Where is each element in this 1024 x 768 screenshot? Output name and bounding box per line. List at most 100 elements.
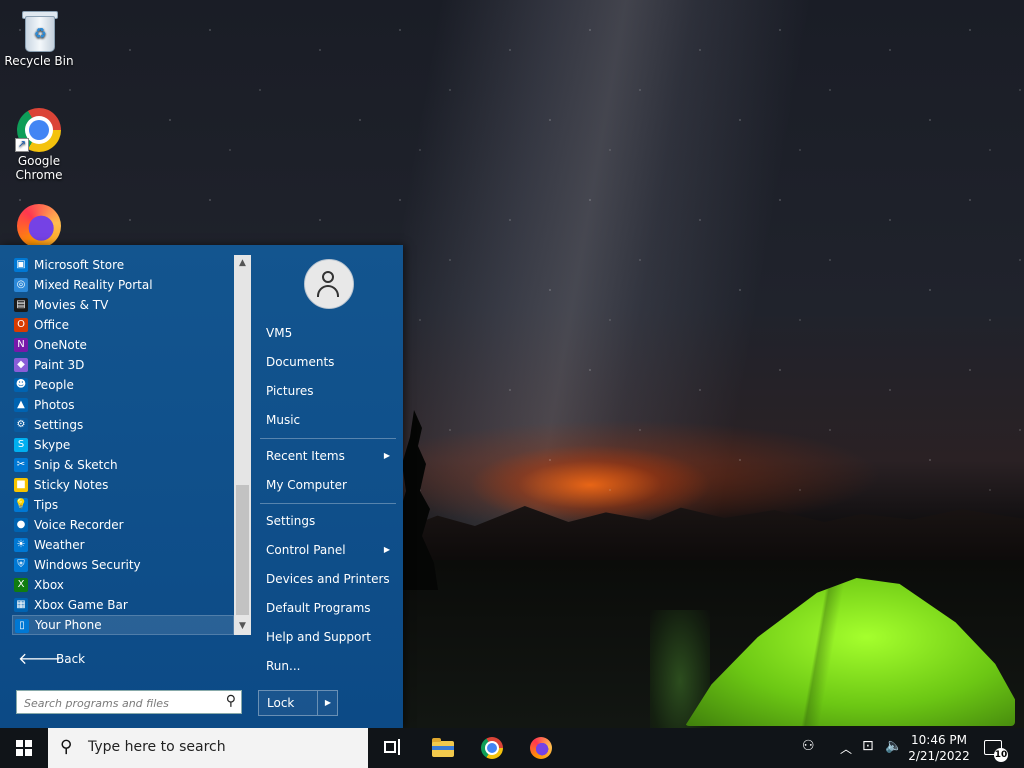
recycle-bin-icon: ♻ xyxy=(21,8,58,52)
search-icon[interactable]: ⚲ xyxy=(226,693,236,709)
devices-printers-link[interactable]: Devices and Printers xyxy=(266,568,396,590)
movies-icon: ▤ xyxy=(14,298,28,312)
network-icon[interactable]: ⊡ xyxy=(862,738,874,754)
divider xyxy=(260,503,396,504)
music-link[interactable]: Music xyxy=(266,409,396,431)
taskbar-search-text: Type here to search xyxy=(88,739,226,755)
tips-icon: 💡 xyxy=(14,498,28,512)
taskbar-search-box[interactable]: ⚲ Type here to search xyxy=(48,728,368,768)
program-item[interactable]: ▯ Your Phone xyxy=(12,615,234,635)
desktop-icon-recycle-bin[interactable]: ♻ Recycle Bin xyxy=(1,8,77,68)
program-item[interactable]: ☀ Weather xyxy=(12,535,234,555)
settings-label: Settings xyxy=(266,514,316,528)
program-label: Xbox Game Bar xyxy=(34,598,128,612)
clock[interactable]: 10:46 PM 2/21/2022 xyxy=(904,732,974,764)
program-item[interactable]: ◎ Mixed Reality Portal xyxy=(12,275,234,295)
user-name: VM5 xyxy=(266,326,293,340)
start-menu-left-pane: ▣ Microsoft Store ◎ Mixed Reality Portal ▤ Mo… xyxy=(0,245,254,728)
scroll-down-arrow-icon[interactable]: ▼ xyxy=(234,618,251,635)
user-avatar[interactable] xyxy=(304,259,354,309)
documents-label: Documents xyxy=(266,355,335,369)
recent-items-link[interactable]: Recent Items ▶ xyxy=(266,445,396,467)
chrome-icon xyxy=(481,737,503,759)
control-panel-label: Control Panel xyxy=(266,543,346,557)
music-label: Music xyxy=(266,413,301,427)
program-label: People xyxy=(34,378,74,392)
desktop-icon-google-chrome[interactable]: ↗ Google Chrome xyxy=(1,108,77,182)
program-item[interactable]: ◆ Paint 3D xyxy=(12,355,234,375)
program-label: Office xyxy=(34,318,70,332)
scroll-up-arrow-icon[interactable]: ▲ xyxy=(234,255,251,272)
program-item[interactable]: ● Voice Recorder xyxy=(12,515,234,535)
settings-gear-icon: ⚙ xyxy=(14,418,28,432)
people-icon: ☻ xyxy=(14,378,28,392)
shutdown-options-arrow-icon[interactable]: ▶ xyxy=(317,691,338,715)
back-button[interactable]: 🡐 Back xyxy=(12,647,242,671)
lock-button[interactable]: Lock xyxy=(267,691,294,715)
program-label: Sticky Notes xyxy=(34,478,109,492)
program-item[interactable]: ■ Sticky Notes xyxy=(12,475,234,495)
my-computer-link[interactable]: My Computer xyxy=(266,474,396,496)
program-label: Snip & Sketch xyxy=(34,458,118,472)
pictures-label: Pictures xyxy=(266,384,314,398)
firefox-taskbar-button[interactable] xyxy=(519,728,563,768)
program-label: Paint 3D xyxy=(34,358,85,372)
program-item[interactable]: ▦ Xbox Game Bar xyxy=(12,595,234,615)
program-item[interactable]: N OneNote xyxy=(12,335,234,355)
pictures-link[interactable]: Pictures xyxy=(266,380,396,402)
paint3d-icon: ◆ xyxy=(14,358,28,372)
scroll-thumb[interactable] xyxy=(236,485,249,615)
volume-icon[interactable]: 🔈 xyxy=(885,738,902,754)
file-explorer-button[interactable] xyxy=(420,728,464,768)
start-menu: ▣ Microsoft Store ◎ Mixed Reality Portal ▤ Mo… xyxy=(0,245,403,728)
start-button[interactable] xyxy=(0,728,48,768)
program-item[interactable]: ☻ People xyxy=(12,375,234,395)
program-item[interactable]: 💡 Tips xyxy=(12,495,234,515)
desktop-icon-firefox[interactable] xyxy=(1,204,77,250)
task-view-icon xyxy=(384,741,396,753)
program-item[interactable]: ▣ Microsoft Store xyxy=(12,255,234,275)
control-panel-link[interactable]: Control Panel ▶ xyxy=(266,539,396,561)
program-label: Tips xyxy=(34,498,59,512)
clock-date: 2/21/2022 xyxy=(908,749,970,763)
mixed-reality-icon: ◎ xyxy=(14,278,28,292)
office-icon: O xyxy=(14,318,28,332)
program-item[interactable]: ⛨ Windows Security xyxy=(12,555,234,575)
default-programs-link[interactable]: Default Programs xyxy=(266,597,396,619)
onenote-icon: N xyxy=(14,338,28,352)
run-link[interactable]: Run... xyxy=(266,655,396,677)
start-menu-right-pane: VM5 Documents Pictures Music Recent Item… xyxy=(254,245,403,728)
chevron-up-icon[interactable]: ︿ xyxy=(840,740,852,757)
chrome-taskbar-button[interactable] xyxy=(470,728,514,768)
settings-link[interactable]: Settings xyxy=(266,510,396,532)
program-item[interactable]: X Xbox xyxy=(12,575,234,595)
program-item[interactable]: ⚙ Settings xyxy=(12,415,234,435)
documents-link[interactable]: Documents xyxy=(266,351,396,373)
task-view-button[interactable] xyxy=(370,728,414,768)
snip-sketch-icon: ✂ xyxy=(14,458,28,472)
user-name-link[interactable]: VM5 xyxy=(266,322,396,344)
desktop-icon-label: Recycle Bin xyxy=(4,54,74,68)
program-item[interactable]: ▲ Photos xyxy=(12,395,234,415)
program-label: Voice Recorder xyxy=(34,518,124,532)
help-support-label: Help and Support xyxy=(266,630,371,644)
shield-icon: ⛨ xyxy=(14,558,28,572)
recent-items-label: Recent Items xyxy=(266,449,345,463)
help-support-link[interactable]: Help and Support xyxy=(266,626,396,648)
shortcut-arrow-icon: ↗ xyxy=(15,138,29,152)
skype-icon: S xyxy=(14,438,28,452)
people-tray-icon[interactable]: ⚇ xyxy=(802,738,815,754)
desktop-icon-label: Google xyxy=(17,154,61,168)
weather-icon: ☀ xyxy=(14,538,28,552)
program-search-input[interactable] xyxy=(22,692,216,714)
program-label: OneNote xyxy=(34,338,87,352)
program-item[interactable]: ▤ Movies & TV xyxy=(12,295,234,315)
program-item[interactable]: S Skype xyxy=(12,435,234,455)
program-list-scrollbar[interactable]: ▲ ▼ xyxy=(234,255,251,635)
program-item[interactable]: O Office xyxy=(12,315,234,335)
xbox-icon: X xyxy=(14,578,28,592)
program-item[interactable]: ✂ Snip & Sketch xyxy=(12,455,234,475)
program-search-box[interactable]: ⚲ xyxy=(16,690,242,714)
program-label: Your Phone xyxy=(35,618,102,632)
voice-recorder-icon: ● xyxy=(14,518,28,532)
